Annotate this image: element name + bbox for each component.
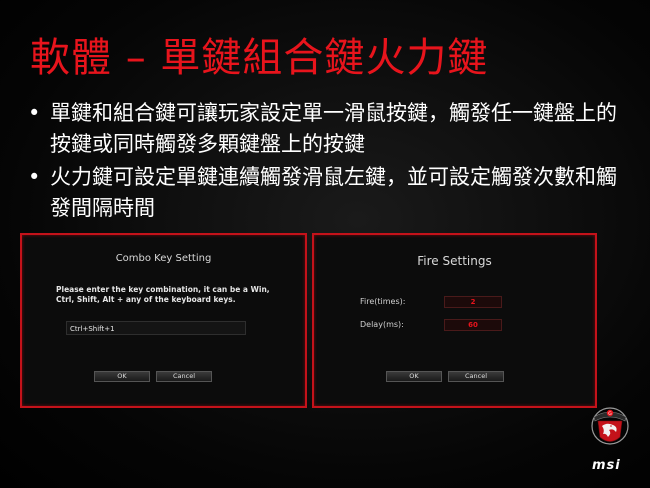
bullet-item: • 單鍵和組合鍵可讓玩家設定單一滑鼠按鍵，觸發任一鍵盤上的按鍵或同時觸發多顆鍵盤… [28, 98, 628, 160]
fire-cancel-button[interactable]: Cancel [448, 371, 504, 382]
slide-title: 軟體 – 單鍵組合鍵火力鍵 [30, 35, 489, 81]
combo-instruction: Please enter the key combination, it can… [56, 285, 270, 304]
combo-key-dialog: Combo Key Setting Please enter the key c… [20, 233, 307, 408]
combo-cancel-button[interactable]: Cancel [156, 371, 212, 382]
fire-dialog-title: Fire Settings [417, 254, 492, 268]
bullet-list: • 單鍵和組合鍵可讓玩家設定單一滑鼠按鍵，觸發任一鍵盤上的按鍵或同時觸發多顆鍵盤… [28, 98, 628, 226]
bullet-text: 火力鍵可設定單鍵連續觸發滑鼠左鍵，並可設定觸發次數和觸發間隔時間 [50, 165, 617, 220]
key-combination-input[interactable]: Ctrl+Shift+1 [66, 321, 246, 335]
svg-text:G: G [608, 411, 612, 417]
combo-ok-button[interactable]: OK [94, 371, 150, 382]
delay-ms-input[interactable]: 60 [444, 319, 502, 331]
msi-wordmark: msi [592, 458, 621, 473]
fire-ok-button[interactable]: OK [386, 371, 442, 382]
msi-gaming-dragon-logo: G [591, 407, 629, 445]
bullet-dot: • [28, 101, 41, 125]
fire-settings-dialog: Fire Settings Fire(times): 2 Delay(ms): … [312, 233, 597, 408]
slide: 軟體 – 單鍵組合鍵火力鍵 • 單鍵和組合鍵可讓玩家設定單一滑鼠按鍵，觸發任一鍵… [0, 0, 650, 488]
delay-ms-label: Delay(ms): [360, 320, 404, 329]
bullet-dot: • [28, 165, 41, 189]
combo-dialog-title: Combo Key Setting [115, 253, 212, 264]
bullet-text: 單鍵和組合鍵可讓玩家設定單一滑鼠按鍵，觸發任一鍵盤上的按鍵或同時觸發多顆鍵盤上的… [50, 101, 617, 156]
fire-times-input[interactable]: 2 [444, 296, 502, 308]
bullet-item: • 火力鍵可設定單鍵連續觸發滑鼠左鍵，並可設定觸發次數和觸發間隔時間 [28, 162, 628, 224]
fire-times-label: Fire(times): [360, 297, 406, 306]
